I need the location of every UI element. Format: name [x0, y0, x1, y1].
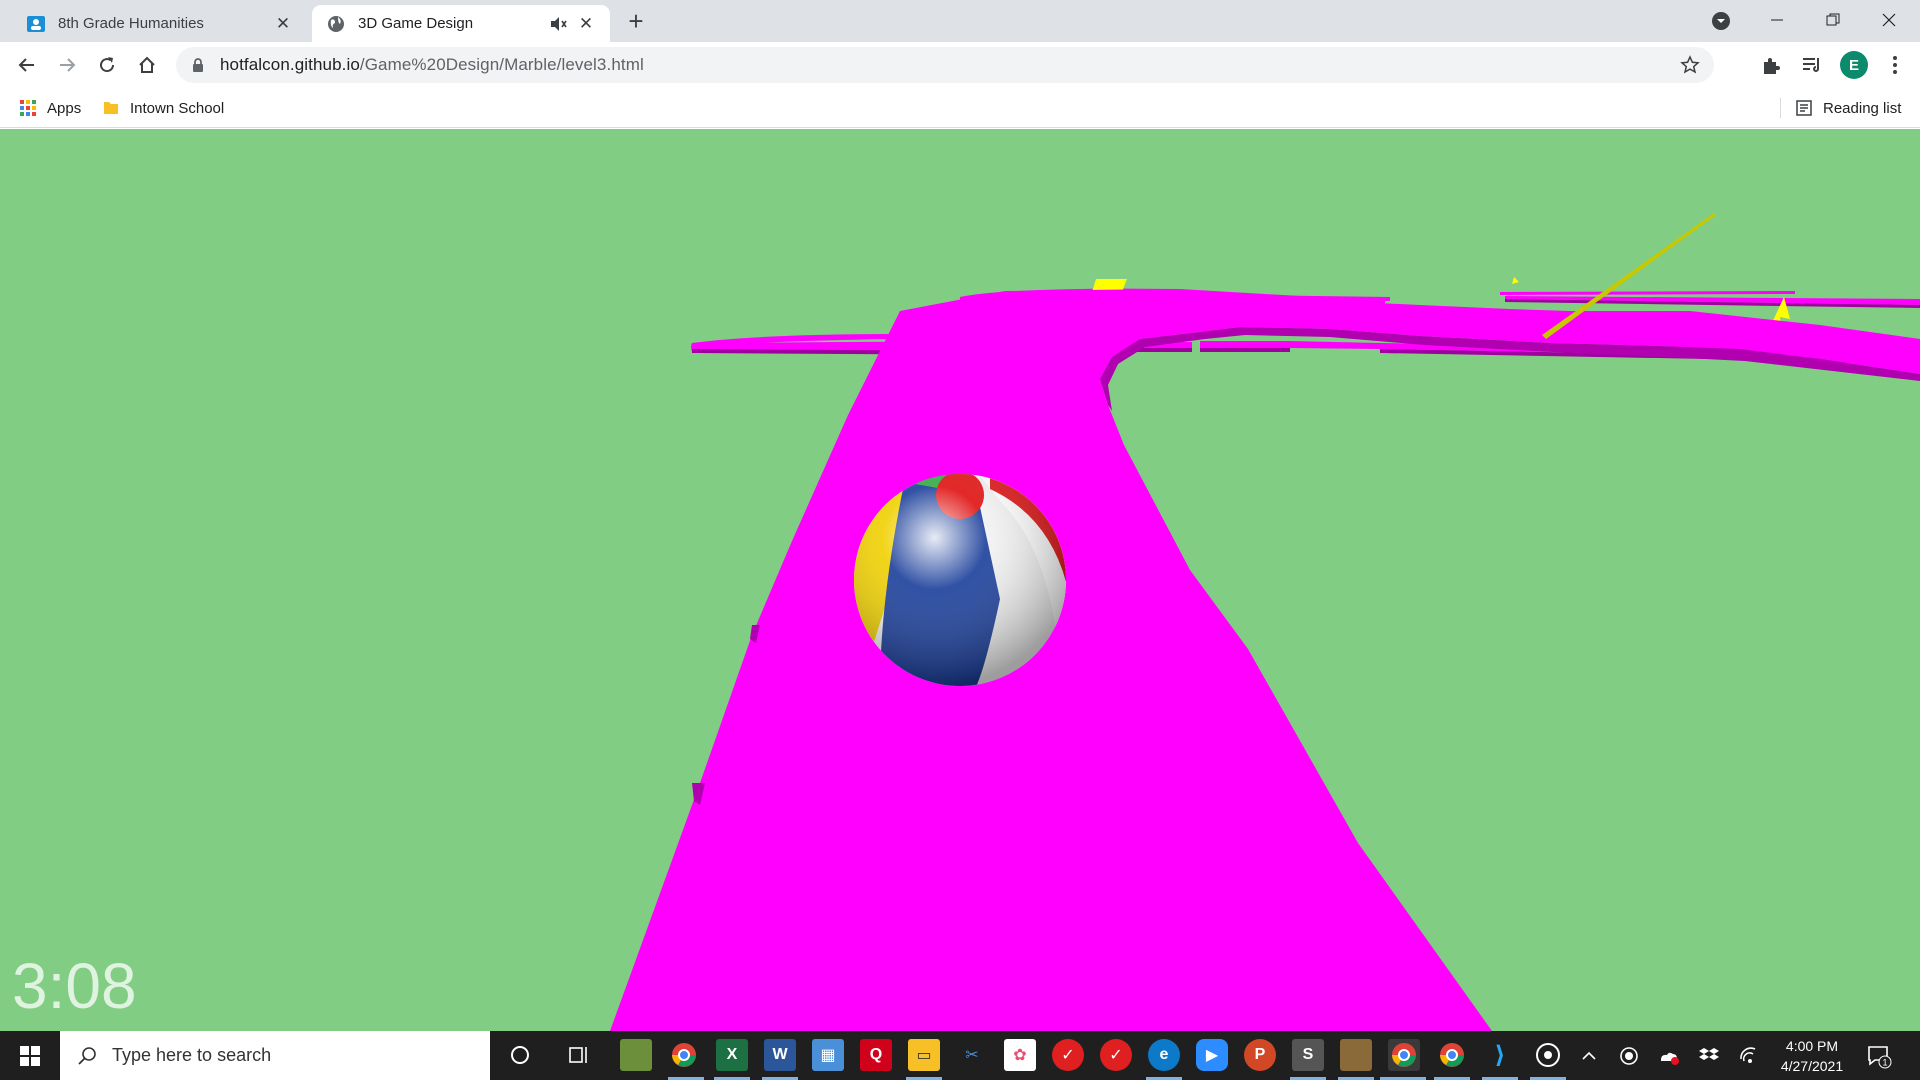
- restore-button[interactable]: [1810, 6, 1856, 34]
- back-arrow-icon: [18, 58, 34, 72]
- start-button[interactable]: [0, 1031, 60, 1080]
- restore-icon: [1826, 13, 1840, 26]
- todo-check-icon-2[interactable]: ✓: [1100, 1039, 1132, 1071]
- tab-title: 3D Game Design: [358, 15, 474, 32]
- tab-title: 8th Grade Humanities: [58, 15, 204, 32]
- url-text: hotfalcon.github.io/Game%20Design/Marble…: [220, 55, 644, 75]
- globe-icon: [328, 15, 344, 32]
- more-menu-icon[interactable]: [1885, 52, 1905, 78]
- bookmarks-bar: Apps Intown School Reading list: [0, 88, 1920, 128]
- close-tab-icon[interactable]: ✕: [273, 14, 293, 34]
- task-view-icon[interactable]: [563, 1039, 595, 1071]
- home-button[interactable]: [133, 51, 161, 79]
- photos-icon[interactable]: ✿: [1004, 1039, 1036, 1071]
- chrome-profile-icon[interactable]: [1436, 1039, 1468, 1071]
- chrome-active-icon[interactable]: [1388, 1039, 1420, 1071]
- new-tab-button[interactable]: +: [622, 7, 650, 35]
- wifi-icon[interactable]: [1738, 1045, 1760, 1067]
- close-window-button[interactable]: [1866, 6, 1912, 34]
- game-canvas[interactable]: 3:08: [0, 129, 1920, 1031]
- muted-speaker-icon[interactable]: [548, 14, 570, 34]
- obs-icon[interactable]: [1532, 1039, 1564, 1071]
- search-placeholder: Type here to search: [112, 1045, 272, 1065]
- close-tab-icon[interactable]: ✕: [576, 14, 596, 34]
- minecraft-launcher-icon[interactable]: [1340, 1039, 1372, 1071]
- dropbox-icon[interactable]: [1698, 1045, 1720, 1067]
- todo-check-icon[interactable]: ✓: [1052, 1039, 1084, 1071]
- minimize-button[interactable]: [1754, 6, 1800, 34]
- show-hidden-icons-chevron-icon[interactable]: [1578, 1045, 1600, 1067]
- minimize-icon: [1771, 19, 1783, 21]
- back-button[interactable]: [13, 51, 41, 79]
- word-icon[interactable]: W: [764, 1039, 796, 1071]
- profile-avatar[interactable]: E: [1840, 51, 1868, 79]
- snipping-tool-icon[interactable]: ✂: [956, 1039, 988, 1071]
- reading-list-label: Reading list: [1823, 99, 1902, 117]
- near-track: [610, 289, 1920, 1031]
- record-icon[interactable]: [1618, 1045, 1640, 1067]
- media-queue-icon[interactable]: [1800, 53, 1824, 77]
- sublime-icon[interactable]: S: [1292, 1039, 1324, 1071]
- classroom-icon: [27, 15, 45, 32]
- apps-grid-icon: [20, 100, 36, 116]
- tab-8th-grade-humanities[interactable]: 8th Grade Humanities ✕: [12, 5, 307, 42]
- powerpoint-icon[interactable]: P: [1244, 1039, 1276, 1071]
- bookmark-apps[interactable]: Apps: [19, 96, 81, 120]
- reading-list-button[interactable]: Reading list: [1795, 96, 1901, 120]
- folder-icon: [104, 102, 118, 114]
- vscode-icon[interactable]: ⟩: [1484, 1039, 1516, 1071]
- game-timer: 3:08: [12, 950, 137, 1022]
- lock-icon[interactable]: [190, 57, 206, 73]
- calculator-icon[interactable]: ▦: [812, 1039, 844, 1071]
- chrome-icon[interactable]: [668, 1039, 700, 1071]
- browser-toolbar: hotfalcon.github.io/Game%20Design/Marble…: [0, 42, 1920, 88]
- windows-logo-icon: [20, 1045, 40, 1066]
- reload-button[interactable]: [93, 51, 121, 79]
- windows-taskbar: Type here to search X W ▦ Q ▭ ✂ ✿ ✓ ✓ e …: [0, 1031, 1920, 1080]
- system-clock[interactable]: 4:00 PM 4/27/2021: [1762, 1036, 1862, 1076]
- search-icon: [78, 1046, 96, 1065]
- bookmark-star-icon[interactable]: [1680, 55, 1700, 75]
- taskbar-search-box[interactable]: Type here to search: [60, 1031, 490, 1080]
- forward-button[interactable]: [53, 51, 81, 79]
- extensions-puzzle-icon[interactable]: [1760, 53, 1784, 77]
- tab-search-icon[interactable]: [1711, 11, 1731, 31]
- close-icon: [1882, 13, 1896, 27]
- address-bar[interactable]: hotfalcon.github.io/Game%20Design/Marble…: [176, 47, 1714, 83]
- bookmark-label: Intown School: [130, 99, 225, 117]
- clock-date: 4/27/2021: [1780, 1058, 1844, 1074]
- tab-3d-game-design[interactable]: 3D Game Design ✕: [312, 5, 610, 42]
- bookmark-label: Apps: [47, 99, 82, 117]
- bookmarks-divider: [1780, 98, 1781, 118]
- file-explorer-icon[interactable]: ▭: [908, 1039, 940, 1071]
- game-scene: [610, 213, 1920, 1031]
- excel-icon[interactable]: X: [716, 1039, 748, 1071]
- home-icon: [139, 56, 155, 73]
- cortana-icon[interactable]: [504, 1039, 536, 1071]
- url-path: /Game%20Design/Marble/level3.html: [359, 55, 644, 74]
- notification-center-icon[interactable]: 1: [1866, 1043, 1892, 1069]
- minecraft-icon[interactable]: [620, 1039, 652, 1071]
- onedrive-error-icon[interactable]: [1658, 1045, 1680, 1067]
- url-host: hotfalcon.github.io: [220, 55, 360, 74]
- reading-list-icon: [1796, 100, 1812, 116]
- tab-strip: 8th Grade Humanities ✕ 3D Game Design ✕ …: [0, 0, 1920, 42]
- edge-icon[interactable]: e: [1148, 1039, 1180, 1071]
- forward-arrow-icon: [60, 58, 76, 72]
- yellow-pickup: [1512, 277, 1519, 284]
- bookmark-intown-school[interactable]: Intown School: [102, 96, 224, 120]
- quizlet-icon[interactable]: Q: [860, 1039, 892, 1071]
- notification-count: 1: [1882, 1058, 1887, 1068]
- clock-time: 4:00 PM: [1785, 1038, 1839, 1054]
- reload-icon: [100, 57, 115, 73]
- zoom-icon[interactable]: ▶: [1196, 1039, 1228, 1071]
